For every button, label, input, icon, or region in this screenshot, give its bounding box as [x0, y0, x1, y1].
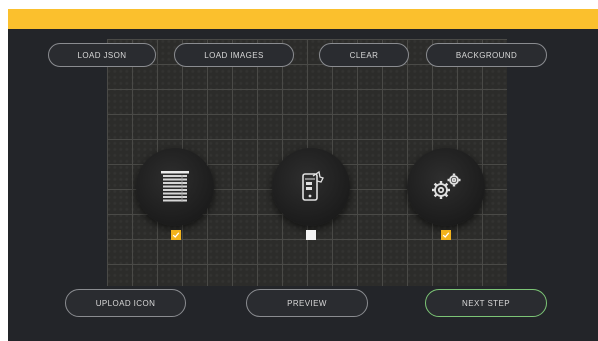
load-json-label: LOAD JSON: [77, 50, 127, 60]
app-window: LOAD JSON LOAD IMAGES CLEAR BACKGROUND U…: [8, 9, 598, 341]
preview-label: PREVIEW: [287, 298, 327, 308]
checkmark-icon: [442, 232, 450, 238]
clear-button[interactable]: CLEAR: [319, 43, 409, 67]
top-accent-bar: [8, 9, 598, 29]
preview-button[interactable]: PREVIEW: [246, 289, 368, 317]
upload-icon-button[interactable]: UPLOAD ICON: [65, 289, 186, 317]
next-step-button[interactable]: NEXT STEP: [425, 289, 547, 317]
blinds-icon: [161, 171, 189, 202]
load-images-button[interactable]: LOAD IMAGES: [174, 43, 294, 67]
gears-icon: [432, 173, 461, 199]
next-step-label: NEXT STEP: [462, 298, 510, 308]
item-phone[interactable]: [272, 148, 350, 226]
item-blinds-checkbox[interactable]: [171, 230, 181, 240]
item-gears[interactable]: [407, 148, 485, 226]
clear-label: CLEAR: [349, 50, 379, 60]
phone-touch-icon: [302, 170, 324, 201]
background-button[interactable]: BACKGROUND: [426, 43, 547, 67]
checkmark-icon: [172, 232, 180, 238]
item-phone-checkbox[interactable]: [306, 230, 316, 240]
load-json-button[interactable]: LOAD JSON: [48, 43, 156, 67]
item-blinds[interactable]: [136, 148, 214, 226]
item-gears-checkbox[interactable]: [441, 230, 451, 240]
load-images-label: LOAD IMAGES: [204, 50, 264, 60]
background-label: BACKGROUND: [455, 50, 518, 60]
upload-icon-label: UPLOAD ICON: [95, 298, 156, 308]
